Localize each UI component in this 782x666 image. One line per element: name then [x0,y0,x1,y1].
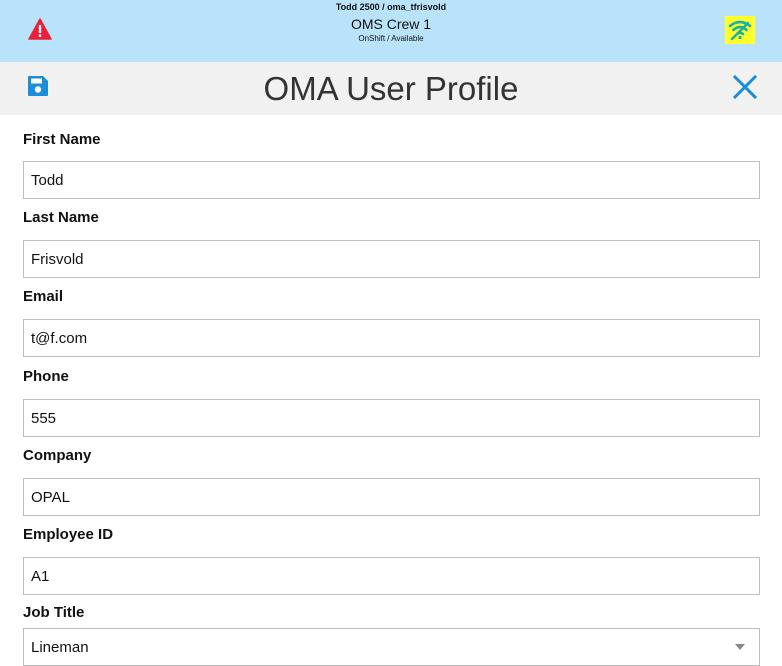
page-title: OMA User Profile [263,70,519,107]
job-title-value: Lineman [31,639,89,656]
job-title-label: Job Title [23,604,85,621]
company-field: Company OPAL [23,447,763,516]
first-name-label: First Name [23,131,101,148]
company-label: Company [23,447,92,464]
phone-input[interactable]: 555 [23,399,760,437]
status-info: Todd 2500 / oma_tfrisvold OMS Crew 1 OnS… [191,2,591,44]
email-label: Email [23,288,64,305]
alert-triangle-icon[interactable] [28,18,52,40]
job-title-field: Job Title Lineman [23,604,763,666]
save-icon[interactable] [26,74,50,98]
email-field: Email t@f.com [23,288,763,357]
phone-label: Phone [23,368,69,385]
email-input[interactable]: t@f.com [23,319,760,357]
status-user: Todd 2500 / oma_tfrisvold [335,2,447,12]
status-bar: Todd 2500 / oma_tfrisvold OMS Crew 1 OnS… [0,0,782,62]
wifi-status-button[interactable] [725,16,755,44]
last-name-field: Last Name Frisvold [23,209,763,278]
title-bar: OMA User Profile [0,62,782,115]
first-name-field: First Name Todd [23,131,763,199]
employee-id-field: Employee ID A1 [23,526,763,595]
close-icon[interactable] [732,74,758,100]
last-name-label: Last Name [23,209,99,226]
status-shift: OnShift / Available [358,34,424,43]
employee-id-input[interactable]: A1 [23,557,760,595]
first-name-input[interactable]: Todd [23,161,760,199]
status-crew: OMS Crew 1 [350,16,432,32]
company-input[interactable]: OPAL [23,478,760,516]
last-name-input[interactable]: Frisvold [23,240,760,278]
employee-id-label: Employee ID [23,526,114,543]
chevron-down-icon[interactable] [735,644,745,650]
job-title-select[interactable]: Lineman [23,628,760,666]
phone-field: Phone 555 [23,368,763,437]
